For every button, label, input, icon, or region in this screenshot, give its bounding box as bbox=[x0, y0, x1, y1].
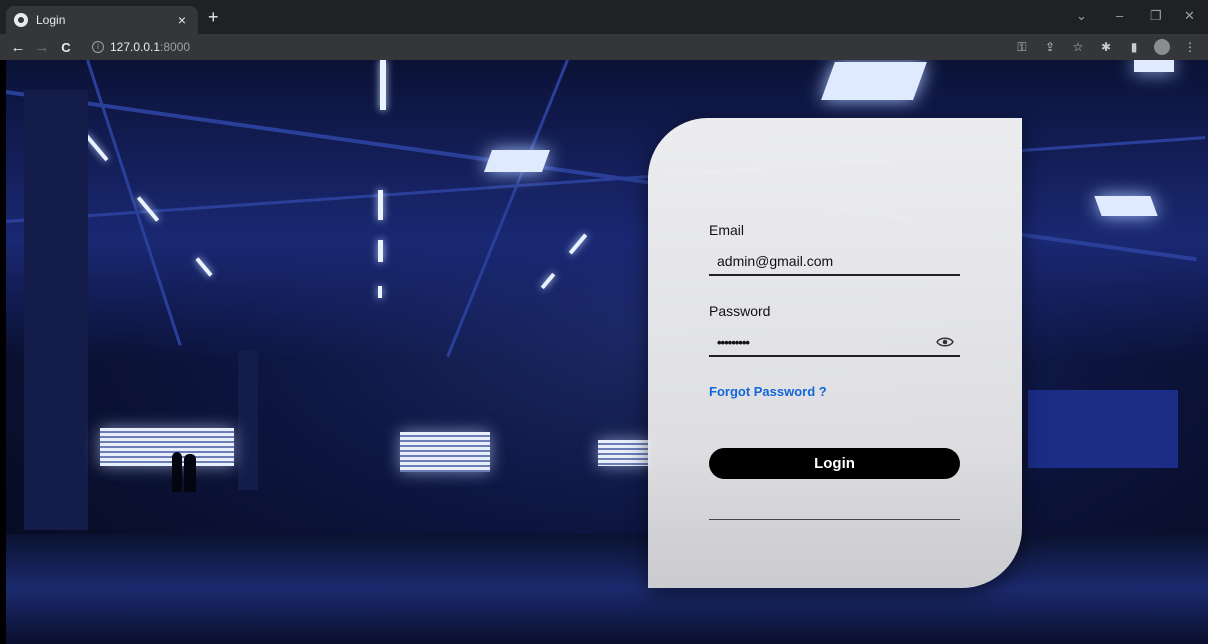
email-field[interactable]: admin@gmail.com bbox=[709, 248, 960, 276]
extensions-icon[interactable]: ✱ bbox=[1098, 40, 1114, 54]
browser-tab-bar: Login × + ⌄ – ❐ ✕ bbox=[0, 0, 1208, 34]
profile-avatar[interactable] bbox=[1154, 39, 1170, 55]
background-light bbox=[378, 286, 382, 298]
background-skylight bbox=[1134, 60, 1174, 72]
side-panel-icon[interactable]: ▮ bbox=[1126, 40, 1142, 54]
background-light bbox=[380, 60, 386, 110]
email-label: Email bbox=[709, 222, 745, 238]
back-button[interactable]: ← bbox=[6, 39, 30, 56]
background-trailer bbox=[1028, 390, 1178, 468]
minimize-button[interactable]: – bbox=[1116, 8, 1123, 23]
background-dock-door bbox=[400, 432, 490, 472]
card-divider bbox=[709, 519, 960, 520]
background-light bbox=[378, 190, 383, 220]
show-password-eye-icon[interactable] bbox=[936, 335, 954, 349]
background-dock-door bbox=[100, 428, 234, 466]
tab-search-icon[interactable]: ⌄ bbox=[1076, 8, 1087, 24]
address-bar[interactable]: 127.0.0.1:8000 bbox=[110, 40, 190, 54]
restore-button[interactable]: ❐ bbox=[1150, 8, 1162, 24]
site-info-icon[interactable]: i bbox=[92, 41, 104, 53]
forgot-password-link[interactable]: Forgot Password ? bbox=[709, 384, 827, 399]
close-window-button[interactable]: ✕ bbox=[1184, 8, 1195, 24]
key-icon[interactable]: ⚿ bbox=[1014, 40, 1030, 55]
browser-tab[interactable]: Login × bbox=[6, 6, 198, 34]
url-host: 127.0.0.1 bbox=[110, 40, 161, 54]
new-tab-button[interactable]: + bbox=[208, 7, 219, 28]
background-pillar bbox=[238, 350, 258, 490]
bookmark-star-icon[interactable]: ☆ bbox=[1070, 40, 1086, 54]
background-skylight bbox=[1094, 196, 1158, 216]
page-content bbox=[6, 60, 1208, 644]
site-favicon-icon bbox=[14, 13, 28, 27]
background-pillar bbox=[24, 90, 88, 530]
browser-toolbar: ← → C i 127.0.0.1:8000 ⚿ ⇪ ☆ ✱ ▮ ⋮ bbox=[0, 34, 1208, 60]
tab-title: Login bbox=[36, 13, 66, 27]
url-port: :8000 bbox=[160, 40, 191, 54]
more-menu-icon[interactable]: ⋮ bbox=[1182, 40, 1198, 54]
background-skylight bbox=[821, 62, 927, 100]
background-skylight bbox=[483, 150, 551, 172]
login-card: Email admin@gmail.com Password •••••••••… bbox=[648, 118, 1022, 588]
tab-close-icon[interactable]: × bbox=[174, 12, 190, 28]
email-value: admin@gmail.com bbox=[717, 253, 834, 269]
forward-button[interactable]: → bbox=[30, 39, 54, 56]
background-person bbox=[172, 452, 182, 492]
password-field[interactable]: ••••••••• bbox=[709, 329, 960, 357]
background-person bbox=[184, 454, 196, 492]
password-value: ••••••••• bbox=[717, 334, 750, 350]
login-button[interactable]: Login bbox=[709, 448, 960, 479]
background-floor bbox=[6, 534, 1208, 644]
password-label: Password bbox=[709, 303, 771, 319]
reload-button[interactable]: C bbox=[54, 40, 78, 55]
share-icon[interactable]: ⇪ bbox=[1042, 40, 1058, 54]
background-dock-door bbox=[598, 440, 650, 466]
background-light bbox=[378, 240, 383, 262]
